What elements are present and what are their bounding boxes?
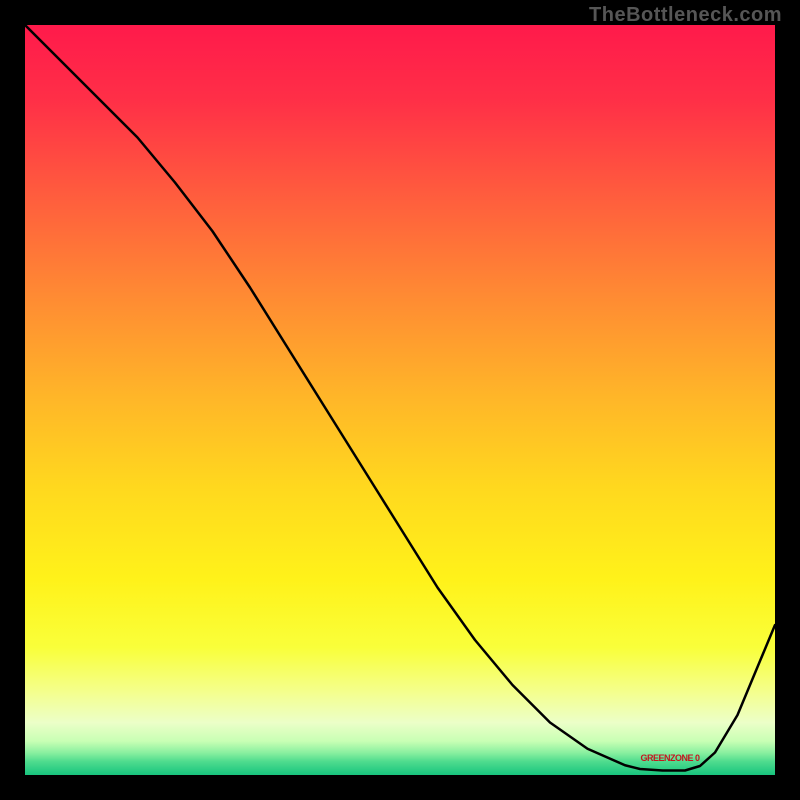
annotation-label: GREENZONE 0	[640, 753, 699, 763]
watermark-text: TheBottleneck.com	[589, 4, 782, 27]
plot-frame: GREENZONE 0	[25, 25, 775, 775]
chart-svg	[25, 25, 775, 775]
chart-stage: GREENZONE 0 TheBottleneck.com	[0, 0, 800, 800]
